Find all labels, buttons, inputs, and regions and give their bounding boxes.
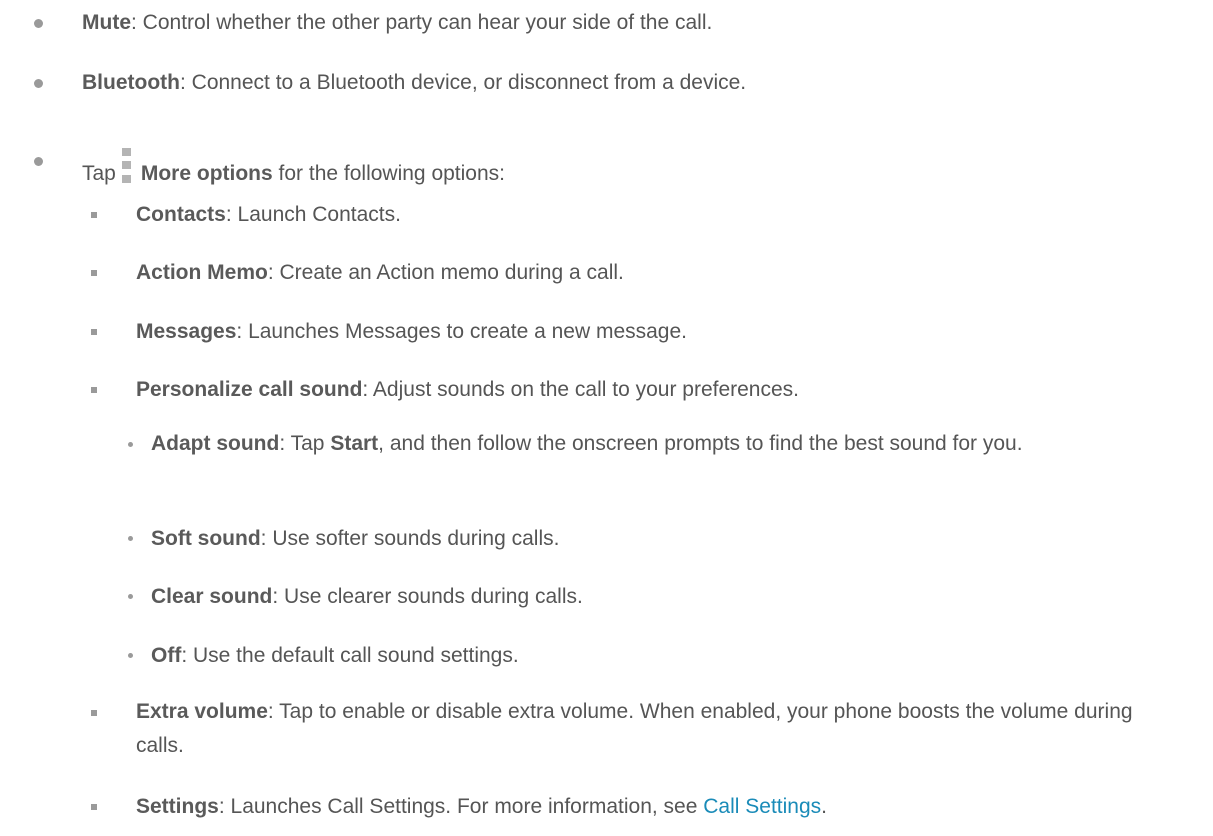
list-item-clear-sound: Clear sound: Use clearer sounds during c… [151, 584, 583, 610]
item-description: : Control whether the other party can he… [131, 11, 713, 34]
item-description: : Launch Contacts. [225, 203, 401, 226]
item-label: Personalize call sound [136, 378, 363, 401]
item-description: : Connect to a Bluetooth device, or disc… [179, 71, 747, 94]
item-end: . [821, 795, 827, 818]
bullet [128, 594, 133, 599]
bullet [91, 387, 97, 393]
item-label: Contacts [136, 203, 226, 226]
item-description: for the following options: [272, 162, 505, 185]
bullet [34, 157, 43, 166]
item-description: : Adjust sounds on the call to your pref… [362, 378, 799, 401]
item-label: Extra volume [136, 700, 268, 723]
item-description: : Launches Messages to create a new mess… [236, 320, 687, 343]
bullet [128, 536, 133, 541]
item-description: : Use softer sounds during calls. [260, 527, 560, 550]
document: Mute: Control whether the other party ca… [0, 0, 1213, 836]
item-description: : Launches Call Settings. For more infor… [218, 795, 704, 818]
list-item-messages: Messages: Launches Messages to create a … [136, 319, 687, 345]
list-item-settings: Settings: Launches Call Settings. For mo… [136, 794, 827, 820]
list-item-adapt-sound: Adapt sound: Tap Start, and then follow … [151, 427, 1201, 461]
list-item-personalize-call-sound: Personalize call sound: Adjust sounds on… [136, 377, 799, 403]
list-item-soft-sound: Soft sound: Use softer sounds during cal… [151, 526, 559, 552]
bullet [91, 804, 97, 810]
item-label: Messages [136, 320, 237, 343]
list-item-action-memo: Action Memo: Create an Action memo durin… [136, 260, 624, 286]
item-description: : Use the default call sound settings. [181, 644, 519, 667]
list-item-off: Off: Use the default call sound settings… [151, 643, 519, 669]
item-label: Settings [136, 795, 219, 818]
start-label: Start [330, 432, 379, 455]
bullet [128, 653, 133, 658]
bullet [91, 212, 97, 218]
item-label: Action Memo [136, 261, 268, 284]
item-description: : Tap [279, 432, 331, 455]
item-label: Off [151, 644, 182, 667]
item-description: : Tap to enable or disable extra volume.… [136, 700, 1133, 757]
item-label: Soft sound [151, 527, 261, 550]
list-item-more-options: Tap More options for the following option… [82, 148, 505, 188]
bullet [34, 79, 43, 88]
item-label: Bluetooth [82, 71, 180, 94]
list-item-bluetooth: Bluetooth: Connect to a Bluetooth device… [82, 70, 746, 96]
bullet [128, 442, 133, 447]
item-description: : Use clearer sounds during calls. [272, 585, 583, 608]
list-item-mute: Mute: Control whether the other party ca… [82, 10, 712, 36]
call-settings-link[interactable]: Call Settings [703, 795, 821, 818]
item-label: Adapt sound [151, 432, 280, 455]
item-label: More options [140, 162, 273, 185]
bullet [91, 270, 97, 276]
list-item-extra-volume: Extra volume: Tap to enable or disable e… [136, 695, 1186, 763]
more-options-icon [121, 148, 134, 188]
bullet [91, 329, 97, 335]
item-label: Clear sound [151, 585, 273, 608]
list-item-contacts: Contacts: Launch Contacts. [136, 202, 401, 228]
item-label: Mute [82, 11, 131, 34]
item-prefix: Tap [82, 162, 116, 185]
bullet [91, 710, 97, 716]
bullet [34, 19, 43, 28]
item-description: : Create an Action memo during a call. [267, 261, 624, 284]
item-description: , and then follow the onscreen prompts t… [378, 432, 1023, 455]
